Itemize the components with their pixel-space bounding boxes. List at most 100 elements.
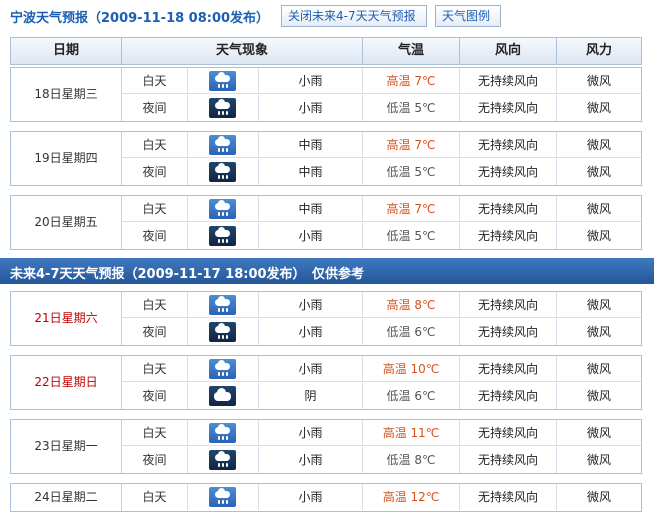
temperature-cell: 高温 11℃ bbox=[363, 420, 460, 446]
weather-icon-cell bbox=[188, 292, 259, 318]
temperature-cell: 低温 8℃ bbox=[363, 447, 460, 473]
weather-description: 小雨 bbox=[259, 68, 363, 94]
rain-day-icon[interactable] bbox=[209, 423, 236, 443]
weather-icon-cell bbox=[188, 484, 259, 510]
rain-day-icon[interactable] bbox=[209, 135, 236, 155]
period-label: 白天 bbox=[122, 132, 188, 158]
wind-direction: 无持续风向 bbox=[460, 159, 557, 185]
forecast-row: 夜间 小雨 低温 6℃ 无持续风向 微风 bbox=[122, 319, 641, 345]
forecast-date: 22日星期日 bbox=[11, 356, 122, 409]
weather-description: 中雨 bbox=[259, 196, 363, 222]
rain-night-icon[interactable] bbox=[209, 322, 236, 342]
temperature-label: 低温 bbox=[386, 325, 411, 339]
period-label: 白天 bbox=[122, 196, 188, 222]
temperature-value: 7℃ bbox=[414, 202, 436, 216]
forecast-row: 白天 小雨 高温 10℃ 无持续风向 微风 bbox=[122, 356, 641, 382]
header-phenomenon: 天气现象 bbox=[122, 38, 363, 64]
rain-day-icon[interactable] bbox=[209, 359, 236, 379]
rain-day-icon[interactable] bbox=[209, 295, 236, 315]
weather-icon-cell bbox=[188, 356, 259, 382]
weather-icon-cell bbox=[188, 68, 259, 94]
wind-direction: 无持续风向 bbox=[460, 447, 557, 473]
weather-description: 中雨 bbox=[259, 132, 363, 158]
wind-force: 微风 bbox=[586, 74, 611, 88]
period-label: 夜间 bbox=[122, 383, 188, 409]
close-extended-forecast-button[interactable]: 关闭未来4-7天天气预报 bbox=[281, 5, 427, 27]
header-date: 日期 bbox=[11, 38, 122, 64]
forecast-row: 白天 小雨 高温 12℃ 无持续风向 微风 bbox=[122, 484, 641, 510]
weather-icon-cell bbox=[188, 159, 259, 185]
temperature-cell: 高温 7℃ bbox=[363, 68, 460, 94]
weather-icon-cell bbox=[188, 196, 259, 222]
temperature-value: 5℃ bbox=[414, 101, 436, 115]
rain-night-icon[interactable] bbox=[209, 450, 236, 470]
weather-icon-cell bbox=[188, 95, 259, 121]
temperature-cell: 高温 7℃ bbox=[363, 132, 460, 158]
period-label: 夜间 bbox=[122, 95, 188, 121]
temperature-value: 6℃ bbox=[414, 389, 436, 403]
wind-direction: 无持续风向 bbox=[460, 356, 557, 382]
weather-description: 小雨 bbox=[259, 319, 363, 345]
period-label: 夜间 bbox=[122, 319, 188, 345]
temperature-value: 8℃ bbox=[414, 298, 436, 312]
rain-day-icon[interactable] bbox=[209, 71, 236, 91]
wind-force: 微风 bbox=[586, 298, 611, 312]
temperature-value: 5℃ bbox=[414, 229, 436, 243]
forecast-date: 21日星期六 bbox=[11, 292, 122, 345]
temperature-cell: 低温 6℃ bbox=[363, 319, 460, 345]
temperature-label: 高温 bbox=[382, 426, 407, 440]
weather-description: 中雨 bbox=[259, 159, 363, 185]
temperature-label: 高温 bbox=[382, 362, 407, 376]
temperature-value: 7℃ bbox=[414, 74, 436, 88]
rain-night-icon[interactable] bbox=[209, 98, 236, 118]
period-label: 白天 bbox=[122, 292, 188, 318]
forecast-row: 夜间 中雨 低温 5℃ 无持续风向 微风 bbox=[122, 159, 641, 185]
forecast-row: 夜间 小雨 低温 5℃ 无持续风向 微风 bbox=[122, 223, 641, 249]
weather-icon-cell bbox=[188, 383, 259, 409]
rain-day-icon[interactable] bbox=[209, 199, 236, 219]
wind-force: 微风 bbox=[586, 165, 611, 179]
page-title: 宁波天气预报（2009-11-18 08:00发布） bbox=[10, 11, 270, 26]
rain-night-icon[interactable] bbox=[209, 162, 236, 182]
wind-direction: 无持续风向 bbox=[460, 420, 557, 446]
weather-description: 阴 bbox=[259, 383, 363, 409]
wind-direction: 无持续风向 bbox=[460, 319, 557, 345]
header-temperature: 气温 bbox=[363, 38, 460, 64]
rain-day-icon[interactable] bbox=[209, 487, 236, 507]
weather-description: 小雨 bbox=[259, 420, 363, 446]
forecast-row: 夜间 小雨 低温 5℃ 无持续风向 微风 bbox=[122, 95, 641, 121]
weather-description: 小雨 bbox=[259, 95, 363, 121]
forecast-row: 白天 小雨 高温 8℃ 无持续风向 微风 bbox=[122, 292, 641, 318]
temperature-cell: 低温 5℃ bbox=[363, 223, 460, 249]
forecast-date: 24日星期二 bbox=[11, 484, 122, 511]
rain-night-icon[interactable] bbox=[209, 226, 236, 246]
forecast-day-group: 19日星期四 白天 中雨 高温 7℃ 无持续风向 微风 夜间 中雨 低温 5℃ 无持续风向 微风 bbox=[10, 131, 642, 186]
top-bar: 宁波天气预报（2009-11-18 08:00发布） 关闭未来4-7天天气预报 … bbox=[0, 0, 654, 32]
wind-direction: 无持续风向 bbox=[460, 132, 557, 158]
forecast-row: 白天 小雨 高温 7℃ 无持续风向 微风 bbox=[122, 68, 641, 94]
forecast-date: 19日星期四 bbox=[11, 132, 122, 185]
temperature-label: 低温 bbox=[386, 453, 411, 467]
temperature-value: 7℃ bbox=[414, 138, 436, 152]
forecast-day-group: 21日星期六 白天 小雨 高温 8℃ 无持续风向 微风 夜间 小雨 低温 6℃ 无持续风向 微风 bbox=[10, 291, 642, 346]
weather-icon-cell bbox=[188, 132, 259, 158]
temperature-value: 8℃ bbox=[414, 453, 436, 467]
forecast-date: 20日星期五 bbox=[11, 196, 122, 249]
wind-force: 微风 bbox=[586, 389, 611, 403]
temperature-label: 低温 bbox=[386, 165, 411, 179]
weather-legend-button[interactable]: 天气图例 bbox=[435, 5, 501, 27]
temperature-label: 低温 bbox=[386, 101, 411, 115]
period-label: 白天 bbox=[122, 420, 188, 446]
wind-direction: 无持续风向 bbox=[460, 95, 557, 121]
weather-icon-cell bbox=[188, 319, 259, 345]
forecast-date: 23日星期一 bbox=[11, 420, 122, 473]
period-label: 夜间 bbox=[122, 447, 188, 473]
temperature-label: 高温 bbox=[386, 138, 411, 152]
forecast-date: 18日星期三 bbox=[11, 68, 122, 121]
forecast-day-group: 18日星期三 白天 小雨 高温 7℃ 无持续风向 微风 夜间 小雨 低温 5℃ 无持续风向 微风 bbox=[10, 67, 642, 122]
overcast-night-icon[interactable] bbox=[209, 386, 236, 406]
temperature-cell: 低温 6℃ bbox=[363, 383, 460, 409]
temperature-cell: 高温 12℃ bbox=[363, 484, 460, 510]
wind-force: 微风 bbox=[586, 453, 611, 467]
weather-icon-cell bbox=[188, 447, 259, 473]
